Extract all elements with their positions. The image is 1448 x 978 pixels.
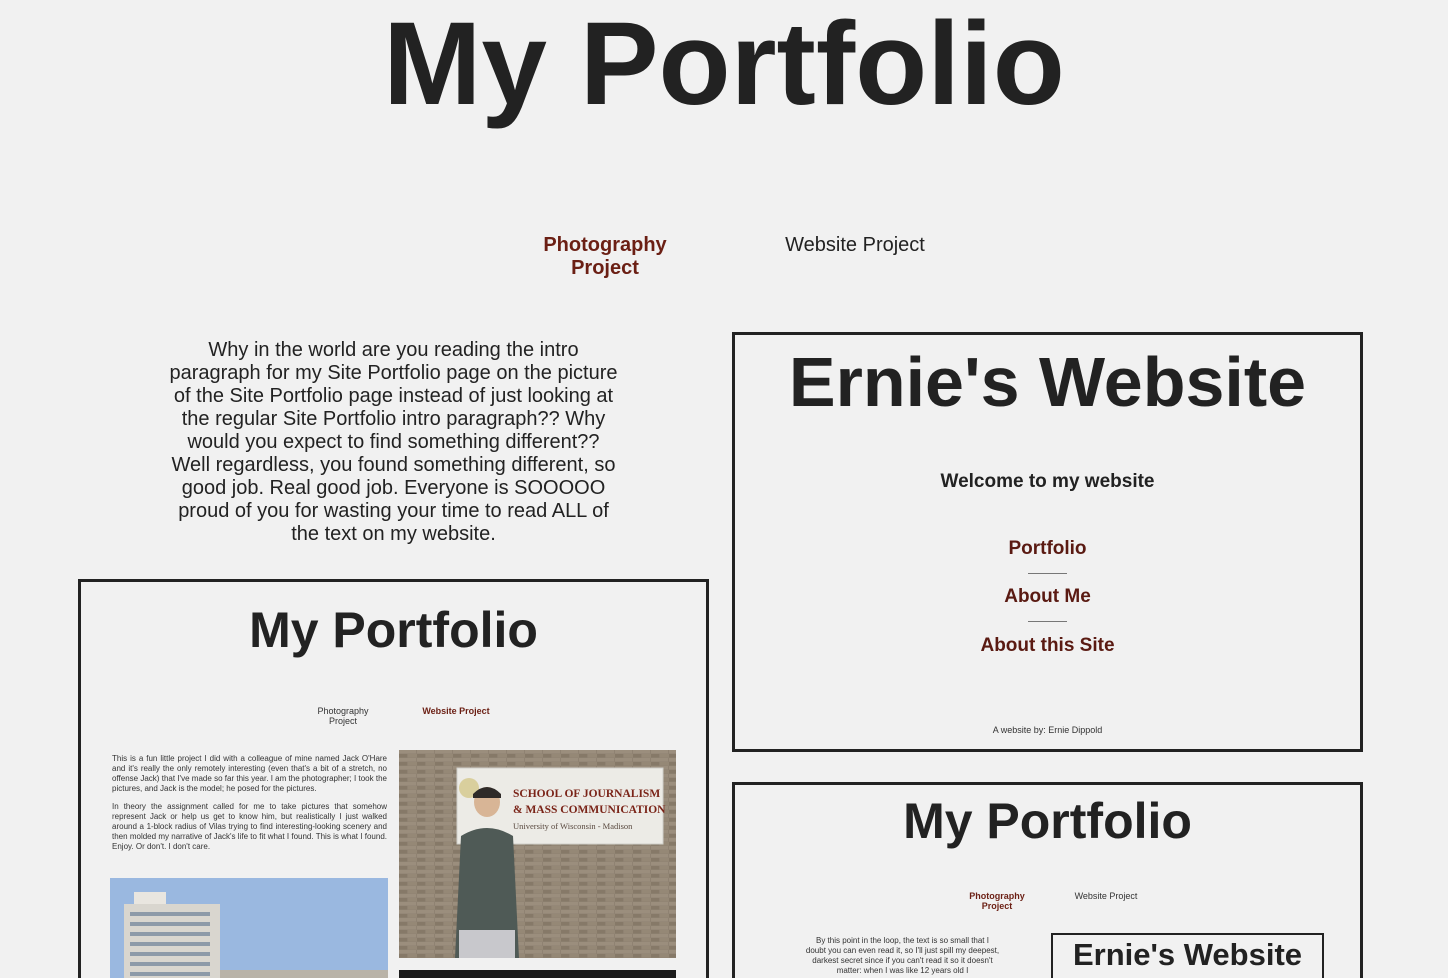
preview-paragraph-2: In theory the assignment called for me t… bbox=[112, 802, 387, 851]
preview-welcome: Welcome to my website bbox=[940, 471, 1155, 492]
portfolio-loop-preview[interactable]: My Portfolio Photography Project Website… bbox=[732, 782, 1363, 978]
sign-line-3: University of Wisconsin - Madison bbox=[513, 821, 633, 831]
preview-nav-photography: Photography Project bbox=[317, 706, 369, 726]
ernies-website-preview[interactable]: Ernie's Website Welcome to my website Po… bbox=[732, 332, 1363, 752]
preview-site-title: Ernie's Website bbox=[788, 343, 1307, 421]
loop-preview-mini-site: Ernie's Website bbox=[1051, 933, 1324, 978]
preview-title: My Portfolio bbox=[249, 602, 538, 658]
sign-line-2: & MASS COMMUNICATION bbox=[513, 804, 666, 816]
link-divider bbox=[1028, 573, 1067, 574]
sign-line-1: SCHOOL OF JOURNALISM bbox=[513, 788, 660, 800]
photo-vilas-building bbox=[110, 878, 388, 978]
loop-preview-nav-photography: Photography Project bbox=[969, 891, 1025, 911]
photo-dark-strip bbox=[399, 970, 676, 978]
link-divider bbox=[1028, 621, 1067, 622]
preview-link-about-site: About this Site bbox=[980, 635, 1115, 656]
intro-paragraph: Why in the world are you reading the int… bbox=[169, 339, 618, 545]
preview-paragraph-1: This is a fun little project I did with … bbox=[112, 754, 387, 793]
loop-preview-title: My Portfolio bbox=[903, 793, 1192, 849]
photo-journalism-school-image: SCHOOL OF JOURNALISM & MASS COMMUNICATIO… bbox=[399, 750, 676, 958]
loop-preview-nav-website: Website Project bbox=[1074, 891, 1138, 901]
nav-website-project[interactable]: Website Project bbox=[770, 234, 940, 257]
loop-preview-mini-title: Ernie's Website bbox=[1072, 937, 1303, 972]
portfolio-screenshot-preview[interactable]: My Portfolio Photography Project Website… bbox=[78, 579, 709, 978]
loop-preview-text: By this point in the loop, the text is s… bbox=[805, 936, 1000, 975]
nav-photography-project[interactable]: Photography Project bbox=[520, 234, 690, 280]
preview-link-portfolio: Portfolio bbox=[1008, 538, 1087, 559]
preview-nav-website: Website Project bbox=[422, 706, 490, 716]
page-title: My Portfolio bbox=[383, 0, 1065, 130]
photo-journalism-school: SCHOOL OF JOURNALISM & MASS COMMUNICATIO… bbox=[399, 750, 676, 958]
photo-vilas-building-image bbox=[110, 878, 388, 978]
preview-link-about-me: About Me bbox=[1004, 586, 1091, 607]
preview-footer: A website by: Ernie Dippold bbox=[992, 725, 1103, 735]
preview-text: This is a fun little project I did with … bbox=[112, 754, 387, 860]
